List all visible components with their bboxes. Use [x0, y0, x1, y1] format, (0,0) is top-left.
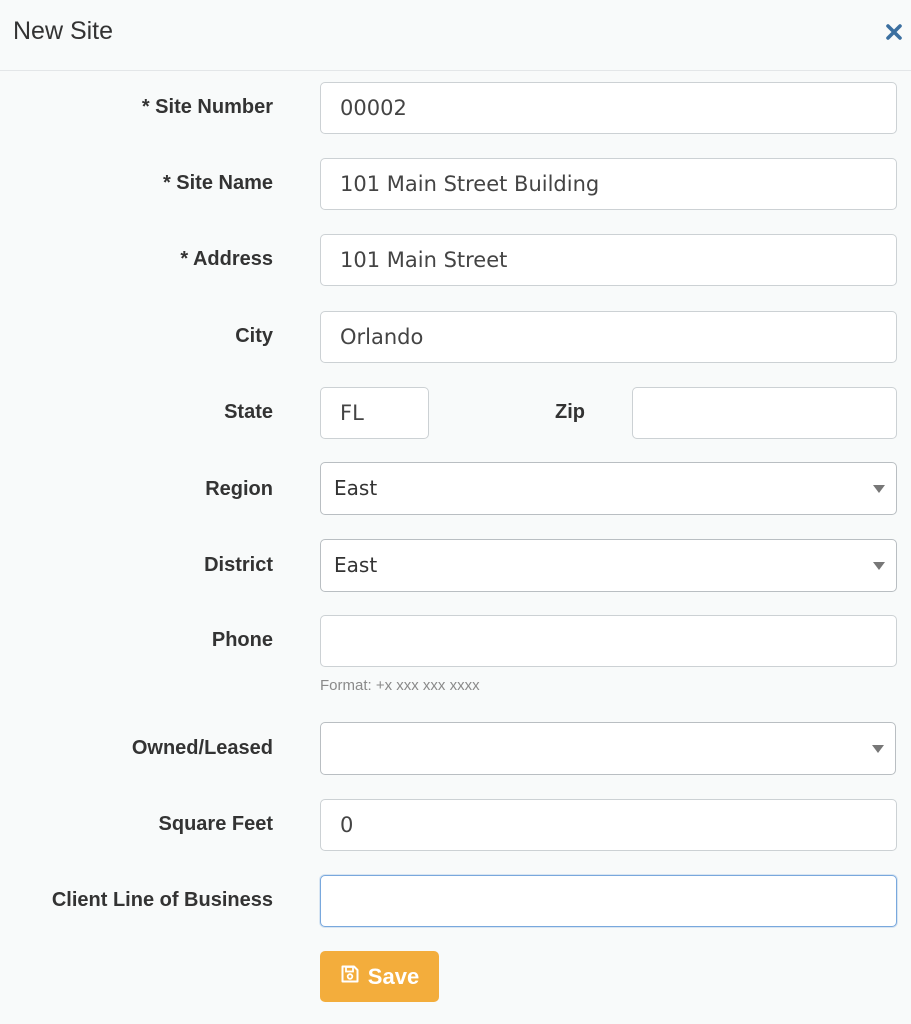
region-label: Region [205, 478, 273, 500]
owned-leased-label: Owned/Leased [131, 737, 273, 759]
zip-input[interactable] [632, 387, 897, 439]
region-selected-value: East [334, 476, 378, 500]
district-selected-value: East [334, 553, 378, 577]
district-label: District [204, 554, 273, 576]
site-number-input[interactable]: 00002 [320, 82, 897, 134]
phone-input[interactable] [320, 615, 897, 667]
save-button-label: Save [367, 963, 420, 989]
city-label: City [235, 325, 273, 347]
city-input[interactable]: Orlando [320, 311, 897, 363]
address-input[interactable]: 101 Main Street [320, 234, 897, 286]
district-select[interactable]: East [320, 539, 897, 592]
zip-label: Zip [555, 401, 585, 423]
client-line-of-business-input[interactable] [320, 875, 897, 927]
site-name-label: * Site Name [162, 172, 273, 194]
phone-label: Phone [211, 629, 273, 651]
chevron-down-icon [872, 745, 884, 753]
state-label: State [224, 401, 273, 423]
close-icon[interactable] [885, 20, 903, 42]
dialog-title: New Site [13, 17, 114, 45]
square-feet-input[interactable]: 0 [320, 799, 897, 851]
chevron-down-icon [873, 562, 885, 570]
site-name-input[interactable]: 101 Main Street Building [320, 158, 897, 210]
client-line-of-business-label: Client Line of Business [51, 889, 273, 911]
phone-format-hint: Format: +x xxx xxx xxxx [320, 677, 480, 694]
state-input[interactable]: FL [320, 387, 429, 439]
region-select[interactable]: East [320, 462, 897, 515]
dialog-header: New Site [0, 0, 911, 71]
owned-leased-select[interactable] [320, 722, 896, 775]
address-label: * Address [180, 248, 273, 270]
site-number-label: * Site Number [141, 96, 273, 118]
square-feet-label: Square Feet [158, 813, 273, 835]
chevron-down-icon [873, 485, 885, 493]
save-button[interactable]: Save [320, 951, 439, 1002]
floppy-disk-icon [340, 964, 360, 990]
